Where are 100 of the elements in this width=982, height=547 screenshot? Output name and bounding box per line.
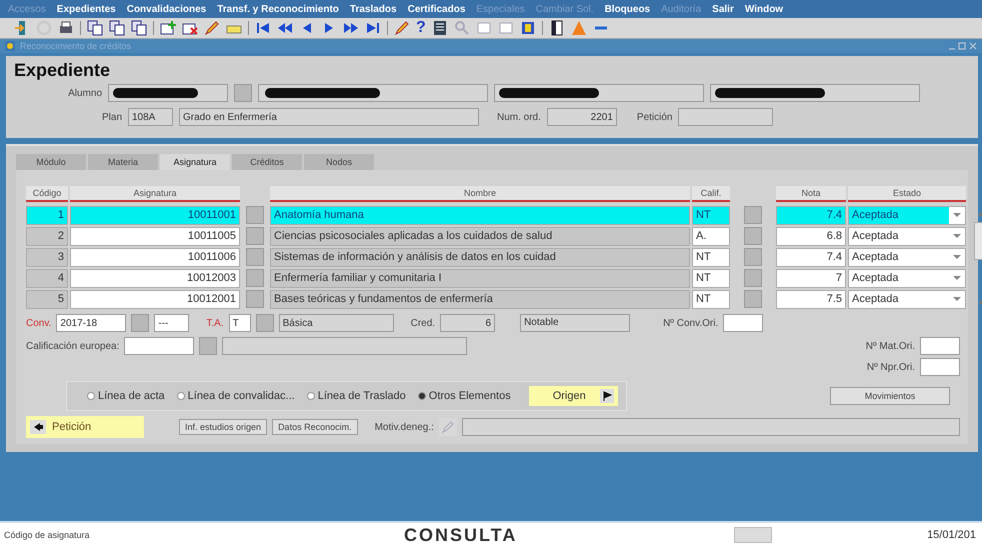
copy-icon[interactable] xyxy=(131,20,147,36)
window-icon[interactable] xyxy=(476,20,492,36)
conv-field[interactable]: 2017-18 xyxy=(56,314,126,332)
menu-item[interactable]: Convalidaciones xyxy=(126,4,206,14)
menu-item[interactable]: Bloqueos xyxy=(604,4,650,14)
lookup-button[interactable] xyxy=(744,248,762,266)
table-cell: Bases teóricas y fundamentos de enfermería xyxy=(270,290,690,308)
tab[interactable]: Asignatura xyxy=(160,154,230,170)
cred-field[interactable]: 6 xyxy=(440,314,496,332)
menu-item[interactable]: Certificados xyxy=(408,4,466,14)
menu-item[interactable]: Traslados xyxy=(350,4,397,14)
copy-icon[interactable] xyxy=(87,20,103,36)
inf-estudios-button[interactable]: Inf. estudios origen xyxy=(179,419,268,435)
origen-button[interactable]: Origen xyxy=(528,386,618,406)
name-field[interactable] xyxy=(258,84,488,102)
table-cell: 7.4 xyxy=(776,206,846,224)
europea-field[interactable] xyxy=(124,337,194,355)
menu-item[interactable]: Window xyxy=(744,4,784,14)
table-cell: Ciencias psicosociales aplicadas a los cuidados de salud xyxy=(270,226,690,246)
field-label: Alumno xyxy=(67,88,102,98)
peticion-button[interactable]: Petición xyxy=(26,416,144,438)
lookup-button[interactable] xyxy=(199,337,218,355)
field-label: Petición xyxy=(636,112,672,122)
pencil-icon[interactable] xyxy=(204,20,220,36)
table-cell: 10011006 xyxy=(70,248,240,266)
list-icon[interactable] xyxy=(432,20,448,36)
window-controls-icon[interactable] xyxy=(948,41,978,51)
menu-item[interactable]: Salir xyxy=(712,4,734,14)
tab[interactable]: Módulo xyxy=(16,154,86,170)
lookup-button[interactable] xyxy=(744,227,762,245)
lookup-button[interactable] xyxy=(131,314,150,332)
double-left-arrow-icon[interactable] xyxy=(277,20,293,36)
datos-reconocimiento-button[interactable]: Datos Reconocim. xyxy=(272,419,358,435)
pencil-icon[interactable] xyxy=(394,20,410,36)
field-label: Calificación europea: xyxy=(26,340,120,352)
movimientos-button[interactable]: Movimientos xyxy=(830,387,950,405)
add-record-icon[interactable] xyxy=(160,20,176,36)
tab[interactable]: Créditos xyxy=(232,154,302,170)
europea-description-field[interactable] xyxy=(222,337,468,355)
table-cell: 10012003 xyxy=(70,268,240,288)
window-icon[interactable] xyxy=(498,20,514,36)
alumno-field[interactable] xyxy=(108,84,228,102)
motiv-deneg-field[interactable] xyxy=(462,418,960,436)
status-dropdown[interactable]: Aceptada xyxy=(848,290,966,308)
lookup-button[interactable] xyxy=(246,269,264,287)
column-header: Estado xyxy=(848,186,966,202)
status-dropdown[interactable]: Aceptada xyxy=(848,226,966,246)
table-cell: NT xyxy=(692,290,730,308)
print-icon[interactable] xyxy=(58,20,74,36)
lookup-button[interactable] xyxy=(246,248,264,266)
radio-button[interactable]: Línea de Traslado xyxy=(306,390,406,402)
radio-button[interactable]: Línea de acta xyxy=(87,390,165,402)
lookup-button[interactable] xyxy=(246,290,264,308)
mat-ori-field[interactable] xyxy=(920,337,960,355)
ta-name-field[interactable]: Básica xyxy=(278,314,394,332)
status-dropdown[interactable]: Aceptada xyxy=(848,248,966,266)
lookup-button[interactable] xyxy=(744,206,762,224)
tab[interactable]: Materia xyxy=(88,154,158,170)
status-dropdown[interactable]: Aceptada xyxy=(848,268,966,288)
menu-item[interactable]: Transf. y Reconocimiento xyxy=(217,4,339,14)
conv-extra-field[interactable]: --- xyxy=(154,314,190,332)
npr-ori-field[interactable] xyxy=(920,358,960,376)
num-ord-field[interactable]: 2201 xyxy=(546,108,617,126)
conv-ori-field[interactable] xyxy=(723,314,764,332)
plan-code-field[interactable]: 108A xyxy=(128,108,173,126)
status-dropdown[interactable]: Aceptada xyxy=(848,206,966,224)
table-cell: 2 xyxy=(26,226,68,246)
peticion-field[interactable] xyxy=(678,108,774,126)
second-surname-field[interactable] xyxy=(710,84,920,102)
dropdown-arrow-icon xyxy=(953,296,961,302)
field-label: Nº Conv.Ori. xyxy=(663,318,718,328)
lookup-button[interactable] xyxy=(246,206,264,224)
double-right-arrow-icon[interactable] xyxy=(343,20,359,36)
table-cell: Enfermería familiar y comunitaria I xyxy=(270,268,690,288)
help-button[interactable]: ? xyxy=(416,20,426,36)
column-header: Nota xyxy=(776,186,846,202)
menu-item[interactable]: Expedientes xyxy=(56,4,116,14)
warning-icon[interactable] xyxy=(570,20,587,36)
document-icon[interactable] xyxy=(548,20,565,36)
lookup-button[interactable] xyxy=(256,314,274,332)
first-record-icon[interactable] xyxy=(255,20,271,36)
radio-button[interactable]: Otros Elementos xyxy=(418,390,511,402)
lookup-button[interactable] xyxy=(234,84,252,102)
lookup-button[interactable] xyxy=(246,227,264,245)
copy-icon[interactable] xyxy=(109,20,125,36)
lookup-button[interactable] xyxy=(744,269,762,287)
radio-button[interactable]: Línea de convalidac... xyxy=(176,390,295,402)
column-header: Asignatura xyxy=(70,186,240,202)
lookup-button[interactable] xyxy=(744,290,762,308)
surname-field[interactable] xyxy=(494,84,704,102)
tab[interactable]: Nodos xyxy=(304,154,374,170)
book-icon[interactable] xyxy=(520,20,536,36)
table-cell: NT xyxy=(692,268,730,288)
calification-field[interactable]: Notable xyxy=(520,314,630,332)
ta-field[interactable]: T xyxy=(228,314,251,332)
plan-name-field[interactable]: Grado en Enfermería xyxy=(179,108,479,126)
field-label: Conv. xyxy=(26,318,52,328)
search-icon[interactable] xyxy=(454,20,470,36)
last-record-icon[interactable] xyxy=(365,20,381,36)
column-header: Código xyxy=(26,186,68,202)
